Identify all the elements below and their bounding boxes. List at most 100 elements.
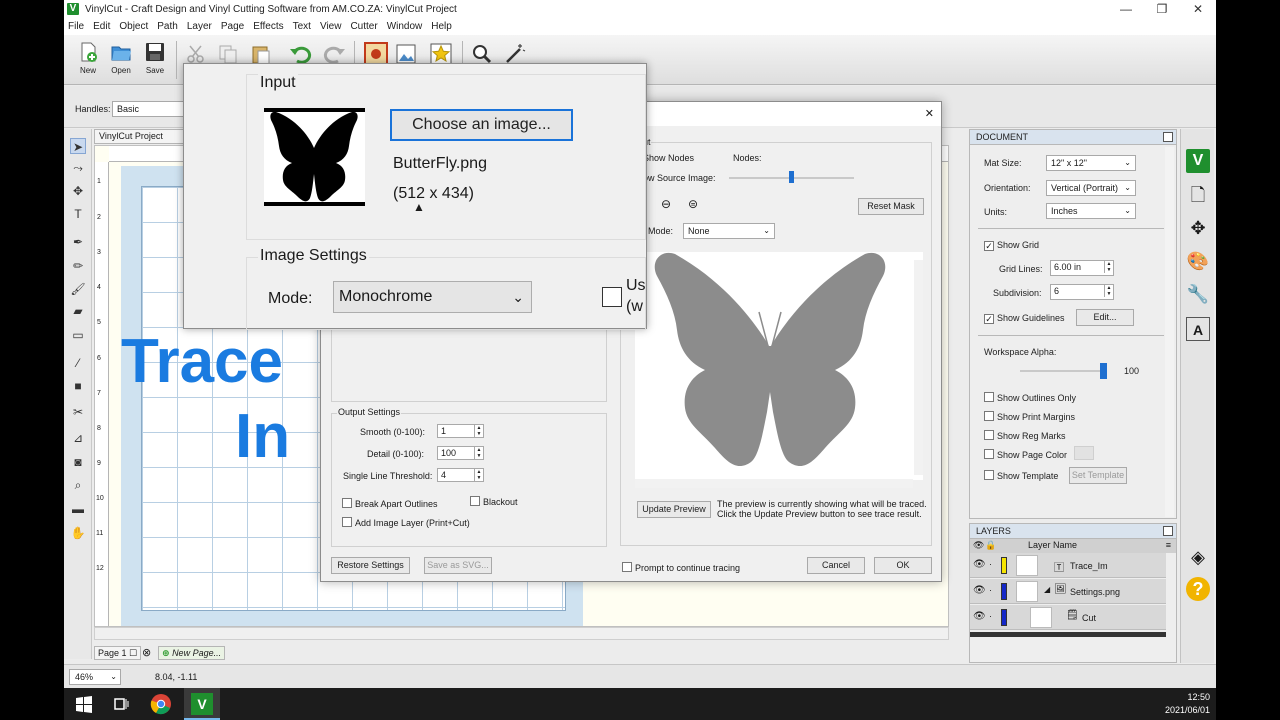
hand-tool-icon[interactable]: ✋ [70,525,86,541]
help-icon[interactable]: ? [1186,577,1210,601]
select-tool-icon[interactable]: ➤ [70,138,86,154]
handles-select[interactable]: Basic [112,101,184,117]
add-image-layer-checkbox[interactable]: Add Image Layer (Print+Cut) [342,517,470,528]
prompt-continue-checkbox[interactable]: Prompt to continue tracing [622,562,740,573]
measure-tool-icon[interactable]: ▬ [70,501,86,517]
workspace-alpha-slider[interactable] [1020,370,1105,372]
show-page-color-checkbox[interactable]: Show Page Color [984,449,1067,460]
cut-icon[interactable] [185,43,207,65]
reset-mask-button[interactable]: Reset Mask [858,198,924,215]
show-print-margins-checkbox[interactable]: Show Print Margins [984,411,1075,422]
edit-tool-icon[interactable]: ✥ [70,183,86,199]
pen-tool-icon[interactable]: ✒ [70,234,86,250]
show-reg-marks-checkbox[interactable]: Show Reg Marks [984,430,1066,441]
blackout-checkbox[interactable]: Blackout [470,496,518,507]
menu-edit[interactable]: Edit [93,21,110,32]
layer-color-swatch[interactable] [1001,557,1007,574]
canvas-text-trace[interactable]: Trace [121,326,283,397]
star-shape-icon[interactable] [430,43,452,65]
canvas-text-in[interactable]: In [235,401,290,472]
pin-panel-icon[interactable] [1163,526,1173,536]
menu-path[interactable]: Path [157,21,178,32]
break-apart-checkbox[interactable]: Break Apart Outlines [342,498,438,509]
trace-preview-area[interactable] [635,252,923,480]
maximize-button[interactable]: ❐ [1144,0,1180,18]
restore-settings-button[interactable]: Restore Settings [331,557,410,574]
orientation-select[interactable]: Vertical (Portrait) ⌄ [1046,180,1136,196]
cancel-button[interactable]: Cancel [807,557,865,574]
workspace-alpha-thumb[interactable] [1100,363,1107,379]
vinylcut-taskbar-button[interactable]: V [184,688,220,720]
layer-row[interactable]: 👁 · 🗒 Cut [970,605,1166,630]
menu-effects[interactable]: Effects [253,21,283,32]
task-view-icon[interactable] [110,693,132,715]
subdivision-input[interactable]: 6 ▲ ▼ [1050,284,1114,300]
zoom-out-icon[interactable]: ⊖ [661,197,671,211]
set-template-button[interactable]: Set Template [1069,467,1127,484]
spinner-arrows-icon[interactable]: ▲ ▼ [474,425,483,437]
trace-mode-select[interactable]: None ⌄ [683,223,775,239]
rectangle-tool-icon[interactable]: ■ [70,378,86,394]
node-tool-icon[interactable]: ⤳ [70,160,86,176]
eraser-tool-icon[interactable]: ▰ [70,303,86,319]
document-panel-scrollbar[interactable] [1165,147,1174,517]
minimize-button[interactable]: — [1108,0,1144,18]
layer-color-swatch[interactable] [1001,583,1007,600]
open-button[interactable]: Open [106,41,136,75]
unlocked-icon[interactable]: · [989,559,992,569]
redo-icon[interactable] [322,43,346,65]
show-guidelines-checkbox[interactable]: ✓ Show Guidelines [984,313,1065,324]
spinner-arrows-icon[interactable]: ▲ ▼ [474,469,483,481]
pencil-tool-icon[interactable]: ✏ [70,258,86,274]
source-image-thumb[interactable] [789,171,794,183]
eye-icon[interactable]: 👁 [973,611,986,622]
menu-help[interactable]: Help [431,21,452,32]
wrench-icon[interactable]: 🔧 [1186,282,1210,306]
crop-tool-icon[interactable]: ⊿ [70,430,86,446]
image-icon[interactable] [395,43,417,65]
smooth-input[interactable]: 1 ▲ ▼ [437,424,484,438]
eye-icon[interactable]: 👁 [973,559,986,570]
show-grid-checkbox[interactable]: ✓ Show Grid [984,240,1039,251]
wand-icon[interactable] [504,43,526,65]
pin-panel-icon[interactable] [1163,132,1173,142]
update-preview-button[interactable]: Update Preview [637,501,711,518]
weld-tool-icon[interactable]: ◙ [70,454,86,470]
preview-vertical-scrollbar[interactable] [914,260,923,475]
grid-lines-input[interactable]: 6.00 in ▲ ▼ [1050,260,1114,276]
eyedropper-tool-icon[interactable]: ⁄ [70,355,86,371]
preview-horizontal-scrollbar[interactable] [635,479,913,488]
image-mode-select[interactable]: Monochrome ⌄ [333,281,532,313]
text-style-icon[interactable]: A [1186,317,1210,341]
windows-start-icon[interactable] [73,693,95,715]
detail-input[interactable]: 100 ▲ ▼ [437,446,484,460]
layers-stack-icon[interactable]: ◈ [1186,545,1210,569]
spinner-arrows-icon[interactable]: ▲ ▼ [474,447,483,459]
mat-size-select[interactable]: 12" x 12" ⌄ [1046,155,1136,171]
page-color-swatch[interactable] [1074,446,1094,460]
menu-file[interactable]: File [68,21,84,32]
document-icon[interactable]: 🗋 [1186,183,1210,207]
layers-menu-icon[interactable]: ≡ [1166,539,1171,552]
undo-icon[interactable] [289,43,313,65]
brush-tool-icon[interactable]: 🖌 [70,281,86,297]
show-template-checkbox[interactable]: Show Template [984,470,1058,481]
menu-cutter[interactable]: Cutter [350,21,377,32]
ok-button[interactable]: OK [874,557,932,574]
vinylcut-panel-icon[interactable]: V [1186,149,1210,173]
menu-view[interactable]: View [320,21,342,32]
spinner-arrows-icon[interactable]: ▲ ▼ [1104,285,1113,297]
edit-guidelines-button[interactable]: Edit... [1076,309,1134,326]
chrome-icon[interactable] [150,693,172,715]
new-button[interactable]: New [73,41,103,75]
fill-tool-icon[interactable]: ▭ [70,327,86,343]
layer-row[interactable]: 👁 · ◢ 🖼 Settings.png [970,579,1166,604]
zoom-tool-icon[interactable]: ⌕ [70,477,86,493]
close-page-icon[interactable]: ⊗ [142,646,151,659]
use-option-checkbox[interactable] [602,287,622,307]
close-window-button[interactable]: ✕ [1180,0,1216,18]
zoom-fit-icon[interactable]: ⊜ [688,197,698,211]
page-1-tab[interactable]: Page 1 ☐ [94,646,142,660]
move-arrows-icon[interactable]: ✥ [1186,216,1210,240]
new-page-tab[interactable]: ⊕ New Page... [158,646,226,660]
